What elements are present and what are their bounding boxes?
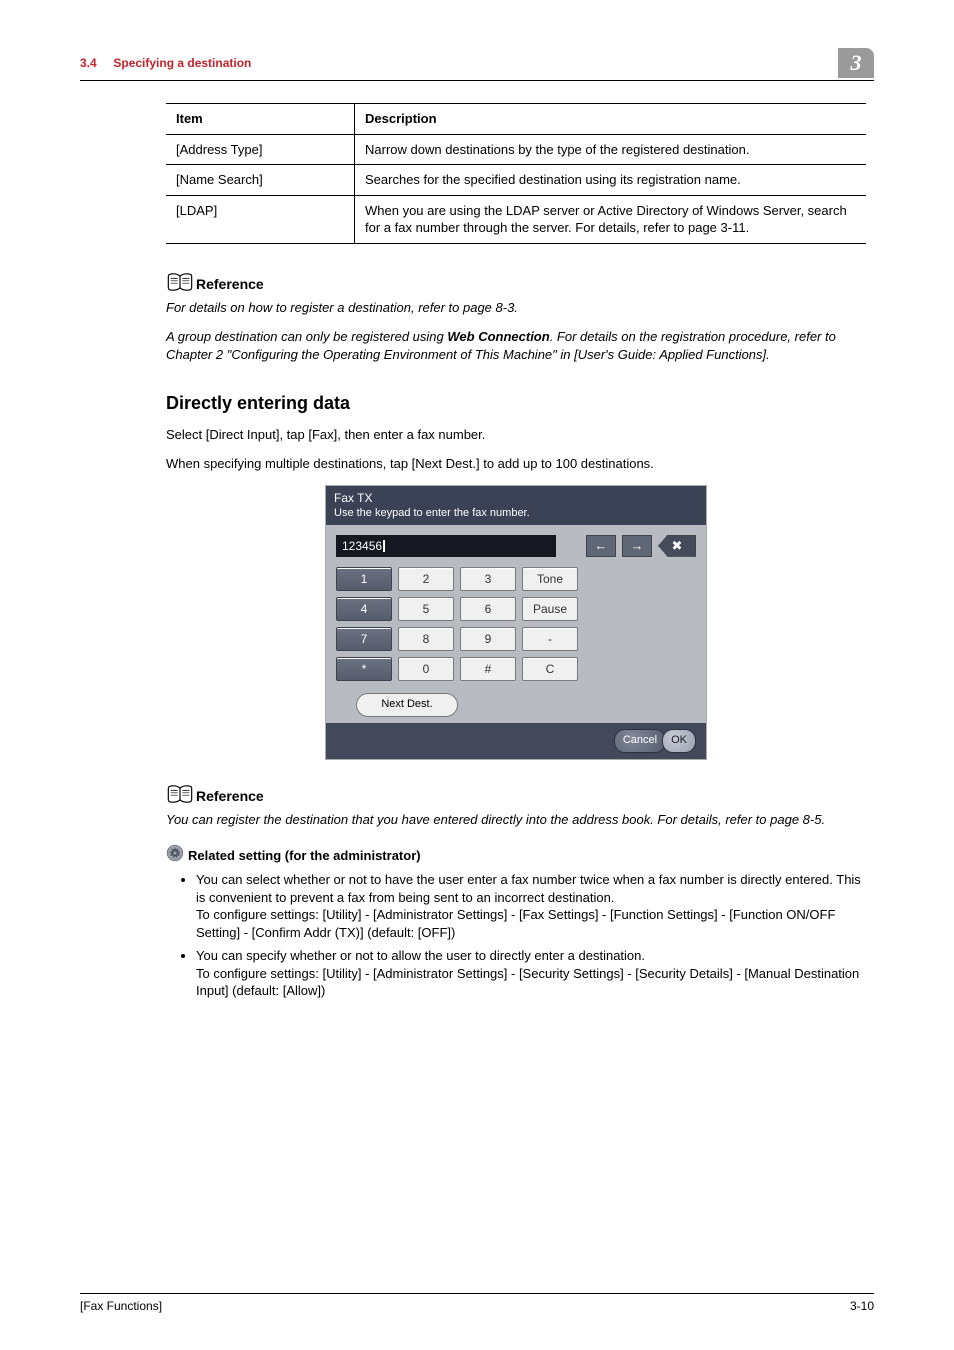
input-cursor bbox=[383, 540, 385, 552]
content-area: Item Description [Address Type] Narrow d… bbox=[166, 103, 866, 1000]
gear-icon bbox=[166, 844, 184, 867]
cell-desc: Narrow down destinations by the type of … bbox=[355, 134, 867, 165]
keypad-input-row: 123456 ← → ✖ bbox=[336, 535, 696, 557]
keypad-title1: Fax TX bbox=[334, 490, 698, 506]
keypad-title2: Use the keypad to enter the fax number. bbox=[334, 506, 698, 521]
keypad-footer: Cancel OK bbox=[326, 723, 706, 759]
page-header: 3.4 Specifying a destination 3 bbox=[80, 48, 874, 81]
keypad-key-1[interactable]: 1 bbox=[336, 567, 392, 591]
book-icon bbox=[166, 272, 194, 297]
keypad-key-7[interactable]: 7 bbox=[336, 627, 392, 651]
keypad-key-tone[interactable]: Tone bbox=[522, 567, 578, 591]
table-row: [Address Type] Narrow down destinations … bbox=[166, 134, 866, 165]
keypad-key-3[interactable]: 3 bbox=[460, 567, 516, 591]
direct-p2: When specifying multiple destinations, t… bbox=[166, 455, 866, 473]
header-section-num: 3.4 bbox=[80, 56, 97, 70]
reference-text-1: For details on how to register a destina… bbox=[166, 299, 866, 317]
reference-label: Reference bbox=[196, 787, 264, 806]
cell-item: [Address Type] bbox=[166, 134, 355, 165]
keypad-key-#[interactable]: # bbox=[460, 657, 516, 681]
keypad-key-8[interactable]: 8 bbox=[398, 627, 454, 651]
keypad-key-4[interactable]: 4 bbox=[336, 597, 392, 621]
book-icon bbox=[166, 784, 194, 809]
reference-label: Reference bbox=[196, 275, 264, 294]
cell-item: [LDAP] bbox=[166, 195, 355, 243]
fax-number-input[interactable]: 123456 bbox=[336, 535, 556, 557]
keypad-key-6[interactable]: 6 bbox=[460, 597, 516, 621]
keypad-key-pause[interactable]: Pause bbox=[522, 597, 578, 621]
cursor-right-button[interactable]: → bbox=[622, 535, 652, 557]
col-item: Item bbox=[166, 104, 355, 135]
next-dest-button[interactable]: Next Dest. bbox=[356, 693, 458, 717]
footer-left: [Fax Functions] bbox=[80, 1298, 162, 1314]
keypad-key-9[interactable]: 9 bbox=[460, 627, 516, 651]
keypad-op-group: ← → ✖ bbox=[586, 535, 696, 557]
table-header-row: Item Description bbox=[166, 104, 866, 135]
keypad-key--[interactable]: - bbox=[522, 627, 578, 651]
list-item: You can specify whether or not to allow … bbox=[196, 947, 866, 1000]
reference-text-2: A group destination can only be register… bbox=[166, 328, 866, 363]
cell-desc: Searches for the specified destination u… bbox=[355, 165, 867, 196]
section-heading-direct: Directly entering data bbox=[166, 391, 866, 415]
related-setting-list: You can select whether or not to have th… bbox=[166, 871, 866, 1000]
page-footer: [Fax Functions] 3-10 bbox=[80, 1293, 874, 1314]
reference-heading: Reference bbox=[166, 272, 866, 297]
header-section: 3.4 Specifying a destination bbox=[80, 55, 251, 71]
cell-desc: When you are using the LDAP server or Ac… bbox=[355, 195, 867, 243]
keypad-figure: Fax TX Use the keypad to enter the fax n… bbox=[166, 485, 866, 760]
keypad-key-2[interactable]: 2 bbox=[398, 567, 454, 591]
table-row: [Name Search] Searches for the specified… bbox=[166, 165, 866, 196]
keypad-key-0[interactable]: 0 bbox=[398, 657, 454, 681]
fax-number-value: 123456 bbox=[342, 538, 382, 554]
chapter-number: 3 bbox=[851, 48, 862, 78]
chapter-badge: 3 bbox=[838, 48, 874, 78]
header-section-title: Specifying a destination bbox=[113, 56, 251, 70]
related-setting-label: Related setting (for the administrator) bbox=[188, 847, 421, 865]
reference-text-3: You can register the destination that yo… bbox=[166, 811, 866, 829]
keypad-key-c[interactable]: C bbox=[522, 657, 578, 681]
direct-p1: Select [Direct Input], tap [Fax], then e… bbox=[166, 426, 866, 444]
definition-table: Item Description [Address Type] Narrow d… bbox=[166, 103, 866, 244]
cursor-left-button[interactable]: ← bbox=[586, 535, 616, 557]
keypad-panel: Fax TX Use the keypad to enter the fax n… bbox=[325, 485, 707, 760]
col-description: Description bbox=[355, 104, 867, 135]
keypad-grid: 123Tone 456Pause 789- *0#C bbox=[336, 567, 696, 681]
keypad-titlebar: Fax TX Use the keypad to enter the fax n… bbox=[326, 486, 706, 525]
ok-button[interactable]: OK bbox=[662, 729, 696, 753]
keypad-key-5[interactable]: 5 bbox=[398, 597, 454, 621]
keypad-body: 123456 ← → ✖ 123Tone 456Pause 789- *0#C Nex… bbox=[326, 525, 706, 723]
list-item: You can select whether or not to have th… bbox=[196, 871, 866, 941]
reference-heading-2: Reference bbox=[166, 784, 866, 809]
cancel-button[interactable]: Cancel bbox=[614, 729, 666, 753]
table-row: [LDAP] When you are using the LDAP serve… bbox=[166, 195, 866, 243]
header-right: 3 bbox=[838, 48, 874, 78]
footer-right: 3-10 bbox=[850, 1298, 874, 1314]
keypad-key-*[interactable]: * bbox=[336, 657, 392, 681]
related-setting-heading: Related setting (for the administrator) bbox=[166, 844, 866, 867]
backspace-button[interactable]: ✖ bbox=[658, 535, 696, 557]
cell-item: [Name Search] bbox=[166, 165, 355, 196]
